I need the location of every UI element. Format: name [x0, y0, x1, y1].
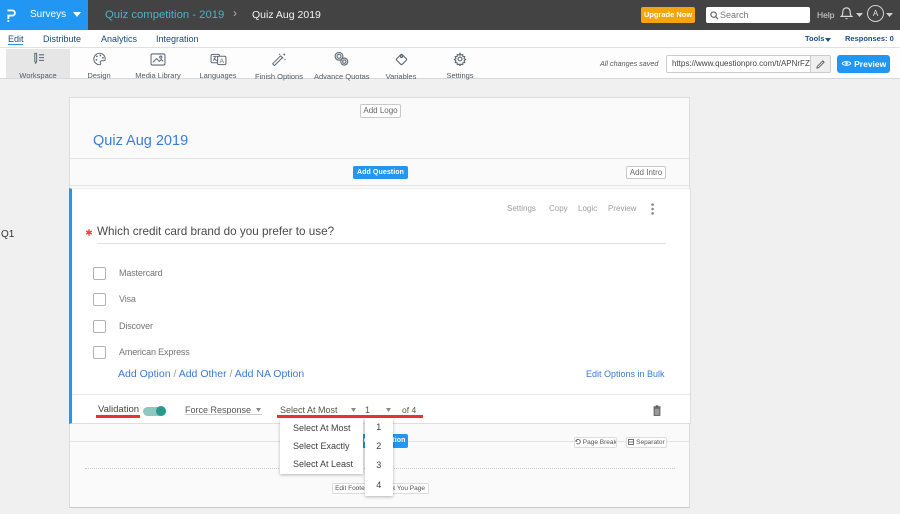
- svg-text:A: A: [219, 58, 224, 65]
